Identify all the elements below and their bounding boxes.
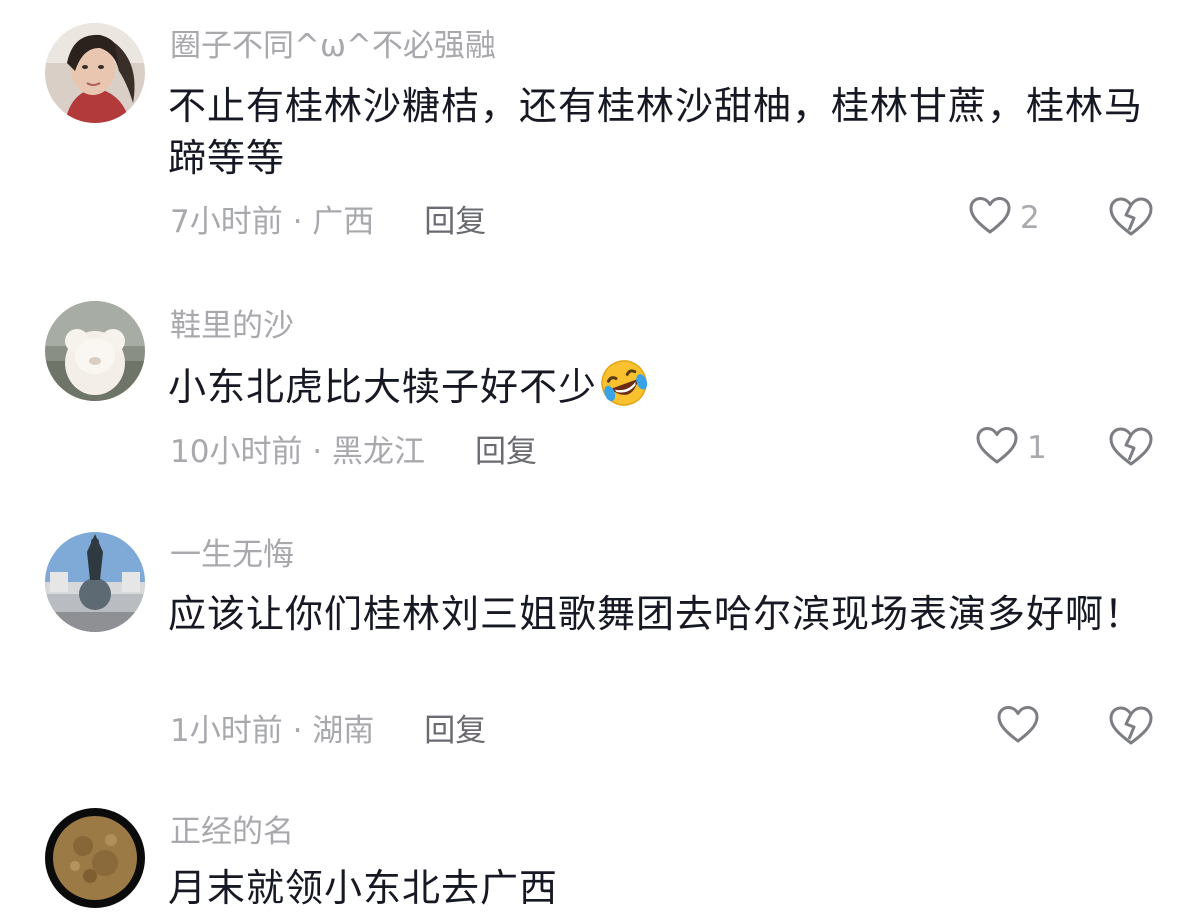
username[interactable]: 鞋里的沙 [170,306,294,346]
comment-meta: 7小时前 · 广西 回复 [170,196,486,240]
comment-text-content: 不止有桂林沙糖桔，还有桂林沙甜柚，桂林甘蔗，桂林马蹄等等 [168,84,1144,180]
like-count: 2 [1020,200,1040,236]
comment-meta: 10小时前 · 黑龙江 回复 [170,426,537,470]
comment-text: 应该让你们桂林刘三姐歌舞团去哈尔滨现场表演多好啊！ [168,588,1153,640]
dislike-button[interactable] [1108,196,1154,240]
avatar[interactable] [45,808,145,908]
username[interactable]: 正经的名 [170,812,294,852]
comment-text: 月末就领小东北去广西 [168,862,1153,914]
username[interactable]: 圈子不同^ω^不必强融 [170,26,496,66]
comment-text: 不止有桂林沙糖桔，还有桂林沙甜柚，桂林甘蔗，桂林马蹄等等 [168,80,1153,184]
avatar[interactable] [45,301,145,401]
reply-button[interactable]: 回复 [475,426,537,471]
broken-heart-icon [1108,706,1154,751]
like-button[interactable]: 1 [975,426,1047,470]
comment-text-content: 月末就领小东北去广西 [168,866,559,910]
time-location: 1小时前 · 湖南 [170,712,375,749]
dislike-button[interactable] [1108,426,1154,470]
heart-icon [975,426,1019,470]
like-count: 1 [1027,430,1047,466]
reply-button[interactable]: 回复 [424,705,486,750]
time-location: 7小时前 · 广西 [170,203,375,240]
avatar[interactable] [45,23,145,123]
broken-heart-icon [1108,197,1154,242]
comment-text-content: 应该让你们桂林刘三姐歌舞团去哈尔滨现场表演多好啊！ [168,592,1144,636]
reply-button[interactable]: 回复 [424,196,486,241]
heart-icon [996,705,1040,749]
broken-heart-icon [1108,427,1154,472]
time-location: 10小时前 · 黑龙江 [170,433,426,470]
comment-text-content: 小东北虎比大犊子好不少 [168,365,598,409]
username[interactable]: 一生无悔 [170,535,294,575]
comment-meta: 1小时前 · 湖南 回复 [170,705,486,749]
like-button[interactable]: 2 [968,196,1040,240]
dislike-button[interactable] [1108,705,1154,749]
avatar[interactable] [45,532,145,632]
like-button[interactable] [996,705,1048,749]
heart-icon [968,196,1012,240]
comment-text: 小东北虎比大犊子好不少 [168,358,1153,413]
rolling-laughing-emoji [601,360,648,406]
